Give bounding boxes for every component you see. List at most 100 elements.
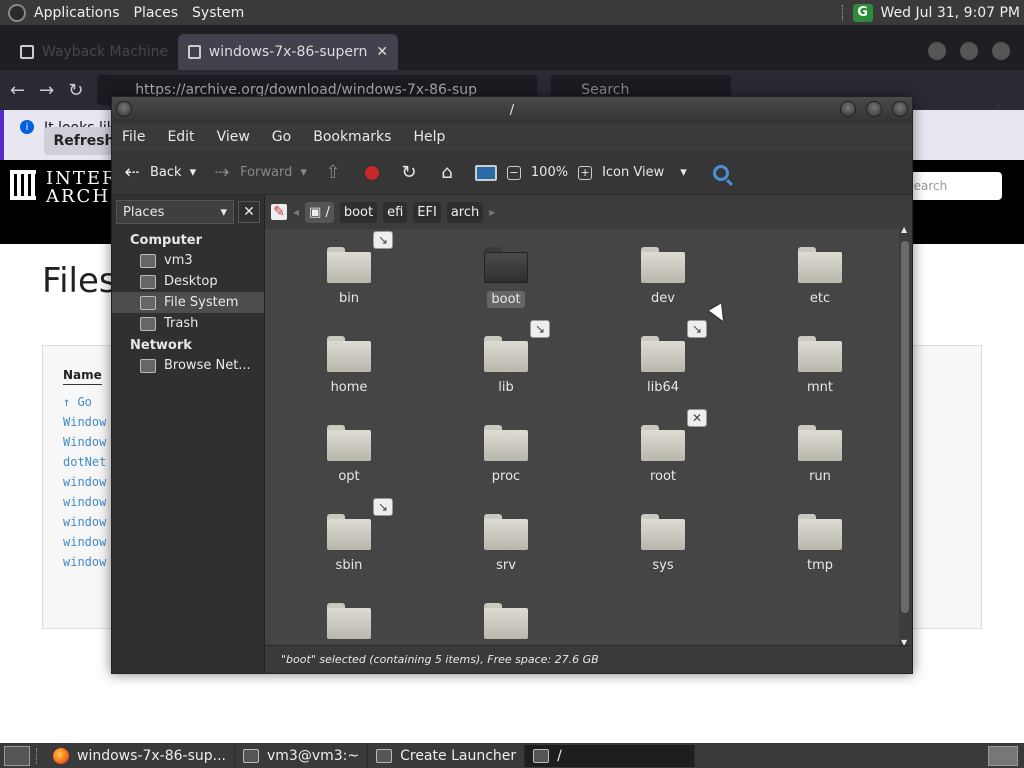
places-select[interactable]: Places ▾ [116,200,234,224]
view-mode-select[interactable]: Icon View ▾ [602,165,687,180]
task-firefox[interactable]: windows-7x-86-sup... [45,744,235,767]
file-item[interactable]: etc [760,247,880,306]
icon-view[interactable]: ↘ bin boot dev etc home ↘ lib ↘ lib64 mnt opt proc ✕ r… [265,229,899,645]
workspace-switcher[interactable] [988,745,1018,766]
places-menu[interactable]: Places [134,5,179,21]
task-file-manager[interactable]: / [525,744,696,767]
file-item[interactable]: ↘ lib [446,320,566,395]
task-create-launcher[interactable]: Create Launcher [368,744,526,767]
scroll-left-icon[interactable]: ◂ [293,205,299,219]
breadcrumb-arch[interactable]: arch [446,201,484,223]
list-item[interactable]: window [63,512,106,532]
task-terminal[interactable]: vm3@vm3:~ [235,744,369,767]
file-item[interactable]: ↘ sbin [289,498,409,573]
workspace-1[interactable] [988,745,1018,766]
sidebar-item-trash[interactable]: Trash [112,313,264,334]
forward-icon[interactable]: → [39,80,54,101]
file-item[interactable]: home [289,336,409,395]
breadcrumb-efi[interactable]: efi [383,201,408,223]
applications-menu[interactable]: Applications [34,5,120,21]
distro-logo-icon[interactable] [8,3,26,22]
up-icon[interactable]: ⇧ [323,162,343,183]
file-item[interactable]: srv [446,514,566,573]
file-item[interactable]: boot [446,247,566,308]
minimize-button[interactable] [840,101,856,117]
scroll-right-icon[interactable]: ▸ [489,205,495,219]
file-item[interactable]: proc [446,425,566,484]
forward-history-dropdown-icon[interactable]: ▾ [300,165,307,180]
maximize-button[interactable] [960,42,978,60]
tab-wayback[interactable]: Wayback Machine [10,34,178,70]
list-item[interactable]: window [63,472,106,492]
zoom-out-icon[interactable]: − [506,165,521,180]
file-item[interactable]: ↘ lib64 [603,320,723,395]
reload-icon[interactable]: ↻ [399,162,419,183]
folder-icon: ↘ [484,320,550,372]
menu-view[interactable]: View [217,129,250,145]
file-label: dev [651,291,675,306]
home-icon[interactable]: ⌂ [437,162,457,183]
back-icon[interactable]: ← [10,80,25,101]
file-item[interactable]: mnt [760,336,880,395]
edit-location-icon[interactable]: ✎ [271,204,287,220]
stop-icon[interactable] [362,163,381,182]
menu-bookmarks[interactable]: Bookmarks [313,129,391,145]
show-desktop-button[interactable] [4,745,30,766]
breadcrumb-EFI[interactable]: EFI [413,201,441,223]
file-item[interactable]: opt [289,425,409,484]
scroll-up-icon[interactable]: ▲ [901,225,907,234]
file-item[interactable]: dev [603,247,723,306]
vertical-scrollbar[interactable]: ▲ ▼ [900,225,910,647]
clock[interactable]: Wed Jul 31, 9:07 PM [881,5,1020,21]
window-menu-button[interactable] [116,101,132,117]
name-column-header[interactable]: Name [63,368,102,385]
menu-edit[interactable]: Edit [167,129,194,145]
sidebar-item-vm3[interactable]: vm3 [112,250,264,271]
ia-search-input[interactable]: Search [900,172,1002,200]
list-item[interactable]: Window [63,432,106,452]
menu-file[interactable]: File [122,129,145,145]
tab-active[interactable]: windows-7x-86-supernano ✕ [178,34,399,70]
list-item[interactable]: ↑ Go [63,392,106,412]
update-notifier-icon[interactable]: G [852,3,873,22]
title-bar[interactable]: / [112,97,912,123]
menu-help[interactable]: Help [413,129,445,145]
close-sidebar-icon[interactable]: ✕ [238,201,260,223]
file-item[interactable]: ↘ bin [289,231,409,306]
close-tab-icon[interactable]: ✕ [376,44,388,60]
file-item[interactable]: ✕ root [603,409,723,484]
sidebar-item-desktop[interactable]: Desktop [112,271,264,292]
sidebar-item-browse-network[interactable]: Browse Net... [112,355,264,376]
file-manager-window: / File Edit View Go Bookmarks Help ⇠ Bac… [111,96,913,674]
system-menu[interactable]: System [192,5,244,21]
close-button[interactable] [992,42,1010,60]
close-notification-icon[interactable]: ✕ [992,99,1004,115]
list-item[interactable]: dotNet [63,452,106,472]
file-item[interactable]: tmp [760,514,880,573]
search-icon[interactable] [712,164,729,181]
computer-icon[interactable] [474,164,497,181]
back-history-dropdown-icon[interactable]: ▾ [190,165,197,180]
desktop-icon [140,274,156,289]
zoom-in-icon[interactable]: + [578,165,593,180]
list-item[interactable]: Window [63,412,106,432]
file-item[interactable] [446,603,566,645]
sidebar-item-file-system[interactable]: File System [112,292,264,313]
task-label: / [557,747,562,764]
list-item[interactable]: window [63,552,106,572]
close-button[interactable] [892,101,908,117]
menu-go[interactable]: Go [272,129,291,145]
breadcrumb-root[interactable]: ▣ / [305,201,334,223]
minimize-button[interactable] [928,42,946,60]
maximize-button[interactable] [866,101,882,117]
scrollbar-thumb[interactable] [901,241,909,613]
reload-icon[interactable]: ↻ [68,80,83,101]
forward-button[interactable]: ⇢ Forward ▾ [212,162,307,183]
file-item[interactable]: run [760,425,880,484]
file-item[interactable] [289,603,409,645]
breadcrumb-boot[interactable]: boot [339,201,378,223]
back-button[interactable]: ⇠ Back ▾ [122,162,196,183]
list-item[interactable]: window [63,532,106,552]
file-item[interactable]: sys [603,514,723,573]
list-item[interactable]: window [63,492,106,512]
